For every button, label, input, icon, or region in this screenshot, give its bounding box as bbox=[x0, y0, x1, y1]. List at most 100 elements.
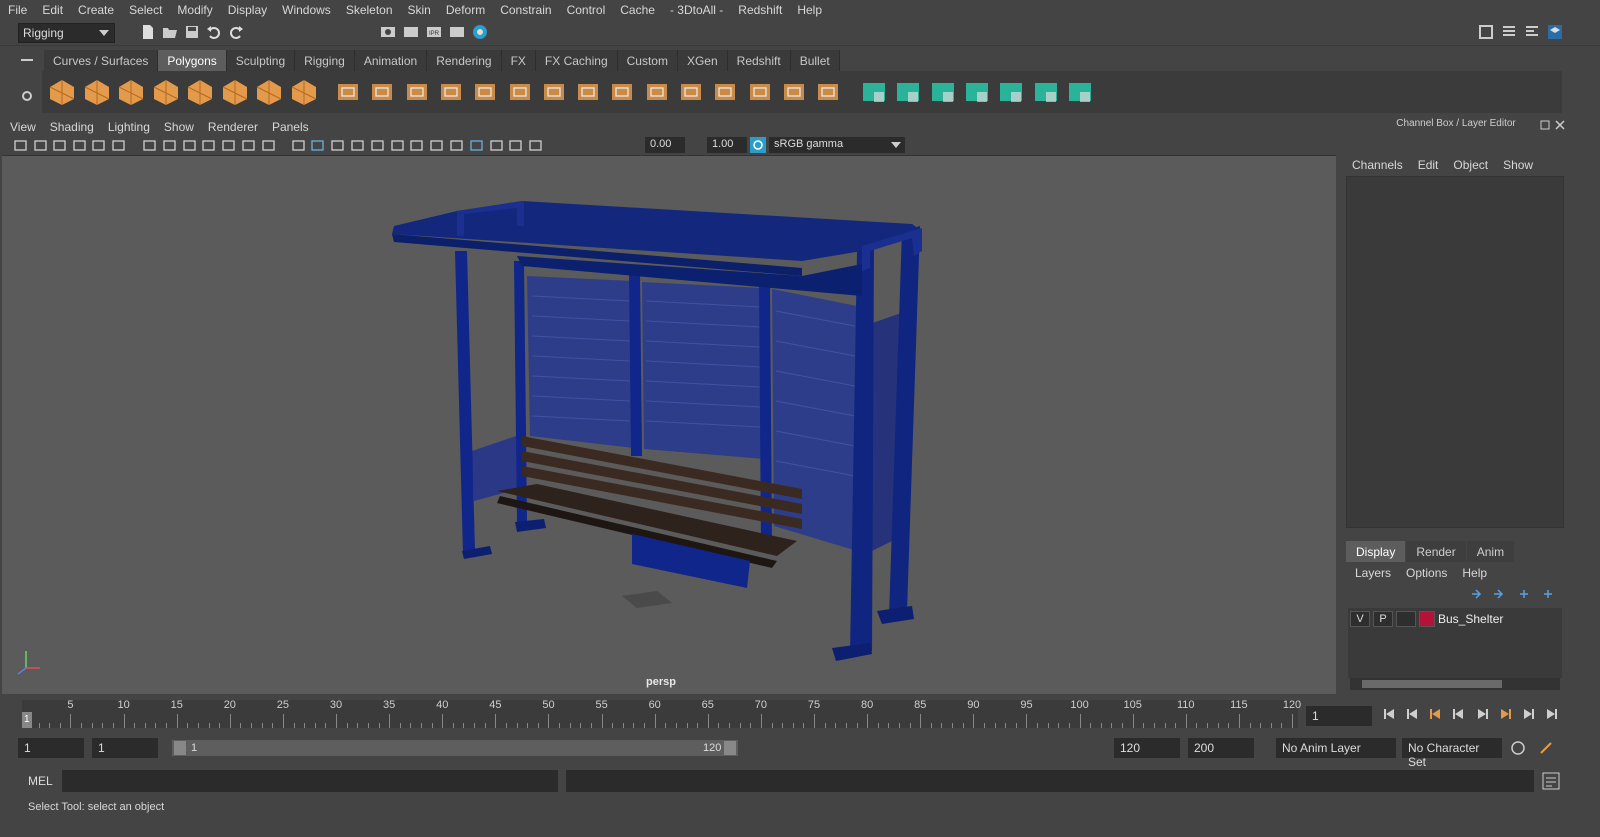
redo-icon[interactable] bbox=[228, 24, 244, 40]
menu-skin[interactable]: Skin bbox=[408, 3, 431, 17]
poly-cube-icon[interactable] bbox=[83, 78, 111, 106]
default-material-icon[interactable] bbox=[331, 139, 344, 152]
poly-cylinder-icon[interactable] bbox=[117, 78, 145, 106]
range-slider-bar[interactable] bbox=[172, 740, 738, 756]
menu-create[interactable]: Create bbox=[78, 3, 114, 17]
safe-action-icon[interactable] bbox=[242, 139, 255, 152]
start-time-field[interactable]: 1 bbox=[18, 738, 84, 758]
camera-attributes-icon[interactable] bbox=[33, 139, 47, 152]
channel-box-icon[interactable] bbox=[1547, 24, 1563, 40]
extrude-icon[interactable] bbox=[540, 78, 568, 106]
poly-sphere-icon[interactable] bbox=[48, 78, 76, 106]
menu-3dtoall[interactable]: - 3DtoAll - bbox=[670, 3, 723, 17]
shelf-tab-rigging[interactable]: Rigging bbox=[295, 50, 355, 71]
shelf-menu-icon[interactable] bbox=[20, 55, 34, 65]
bookmark-icon[interactable] bbox=[53, 139, 66, 152]
xray-icon[interactable] bbox=[470, 139, 483, 152]
poly-cone-icon[interactable] bbox=[152, 78, 180, 106]
grease-pencil-icon[interactable] bbox=[111, 139, 125, 152]
viewport-menu-lighting[interactable]: Lighting bbox=[108, 120, 150, 134]
mirror-icon[interactable] bbox=[780, 78, 808, 106]
step-back-frame-icon[interactable] bbox=[1404, 705, 1422, 723]
command-input[interactable] bbox=[62, 770, 558, 792]
shelf-tab-bullet[interactable]: Bullet bbox=[790, 50, 840, 71]
menu-display[interactable]: Display bbox=[228, 3, 267, 17]
shelf-tab-sculpting[interactable]: Sculpting bbox=[226, 50, 296, 71]
new-scene-icon[interactable] bbox=[140, 24, 156, 40]
gear-icon[interactable] bbox=[20, 89, 34, 103]
color-management-icon[interactable] bbox=[750, 137, 766, 153]
layer-playback-toggle[interactable]: P bbox=[1373, 611, 1393, 627]
channel-box-menu-show[interactable]: Show bbox=[1503, 158, 1533, 172]
menu-deform[interactable]: Deform bbox=[446, 3, 485, 17]
menu-file[interactable]: File bbox=[8, 3, 27, 17]
menu-help[interactable]: Help bbox=[797, 3, 822, 17]
anim-layer-dropdown[interactable]: No Anim Layer bbox=[1276, 738, 1396, 758]
poly-plane-icon[interactable] bbox=[186, 78, 214, 106]
shelf-tab-animation[interactable]: Animation bbox=[354, 50, 428, 71]
layer-actions-icons[interactable] bbox=[1470, 588, 1560, 600]
playback-end-field[interactable]: 120 bbox=[1114, 738, 1180, 758]
menu-modify[interactable]: Modify bbox=[177, 3, 212, 17]
exposure-field[interactable]: 0.00 bbox=[645, 137, 685, 153]
float-panel-icon[interactable] bbox=[1540, 120, 1550, 130]
playback-start-field[interactable]: 1 bbox=[92, 738, 158, 758]
viewport-persp[interactable]: persp bbox=[2, 156, 1336, 694]
range-start-handle[interactable] bbox=[174, 741, 186, 755]
anim-prefs-icon[interactable] bbox=[1538, 740, 1554, 756]
multi-cut-icon[interactable] bbox=[574, 78, 602, 106]
layer-menu-options[interactable]: Options bbox=[1406, 566, 1447, 580]
exposure-icon[interactable] bbox=[529, 139, 542, 152]
poly-pyramid-icon[interactable] bbox=[255, 78, 283, 106]
layer-tab-display[interactable]: Display bbox=[1346, 541, 1406, 562]
bridge-icon[interactable] bbox=[506, 78, 534, 106]
connect-icon[interactable] bbox=[643, 78, 671, 106]
channel-box-menu-edit[interactable]: Edit bbox=[1418, 158, 1439, 172]
grid-icon[interactable] bbox=[143, 139, 156, 152]
layer-tab-anim[interactable]: Anim bbox=[1466, 541, 1515, 562]
insert-edge-loop-icon[interactable] bbox=[677, 78, 705, 106]
viewport-menu-shading[interactable]: Shading bbox=[50, 120, 94, 134]
menu-select[interactable]: Select bbox=[129, 3, 162, 17]
layer-tab-render[interactable]: Render bbox=[1406, 541, 1466, 562]
field-chart-icon[interactable] bbox=[222, 139, 235, 152]
step-back-key-icon[interactable] bbox=[1427, 705, 1445, 723]
gate-mask-icon[interactable] bbox=[202, 139, 216, 152]
menu-skeleton[interactable]: Skeleton bbox=[346, 3, 393, 17]
render-frame-icon[interactable] bbox=[403, 24, 419, 40]
shelf-tab-redshift[interactable]: Redshift bbox=[727, 50, 791, 71]
layer-color-swatch[interactable] bbox=[1419, 611, 1435, 627]
shelf-tab-polygons[interactable]: Polygons bbox=[158, 50, 227, 71]
range-end-handle[interactable] bbox=[724, 741, 736, 755]
shelf-tab-xgen[interactable]: XGen bbox=[677, 50, 728, 71]
poly-torus-icon[interactable] bbox=[221, 78, 249, 106]
go-to-start-icon[interactable] bbox=[1381, 705, 1399, 723]
menu-edit[interactable]: Edit bbox=[42, 3, 63, 17]
xray-components-icon[interactable] bbox=[509, 139, 523, 152]
xray-joints-icon[interactable] bbox=[489, 139, 503, 152]
menu-redshift[interactable]: Redshift bbox=[738, 3, 782, 17]
smooth-icon[interactable] bbox=[437, 78, 465, 106]
channel-box-menu-channels[interactable]: Channels bbox=[1352, 158, 1403, 172]
layer-scrollbar[interactable] bbox=[1350, 678, 1560, 690]
unfold-icon[interactable] bbox=[997, 78, 1025, 106]
wireframe-icon[interactable] bbox=[291, 139, 305, 152]
character-set-dropdown[interactable]: No Character Set bbox=[1402, 738, 1502, 769]
select-camera-icon[interactable] bbox=[14, 139, 27, 152]
shelf-tab-rendering[interactable]: Rendering bbox=[427, 50, 502, 71]
end-time-field[interactable]: 200 bbox=[1188, 738, 1254, 758]
offset-edge-loop-icon[interactable] bbox=[711, 78, 739, 106]
shelf-tab-custom[interactable]: Custom bbox=[617, 50, 678, 71]
cut-uv-icon[interactable] bbox=[1066, 78, 1094, 106]
hypershade-icon[interactable] bbox=[472, 24, 488, 40]
separate-icon[interactable] bbox=[368, 78, 396, 106]
automatic-map-icon[interactable] bbox=[963, 78, 991, 106]
layer-menu-layers[interactable]: Layers bbox=[1355, 566, 1391, 580]
film-gate-icon[interactable] bbox=[163, 139, 176, 152]
tool-settings-icon[interactable] bbox=[1524, 24, 1540, 40]
open-scene-icon[interactable] bbox=[162, 24, 178, 40]
extract-icon[interactable] bbox=[403, 78, 431, 106]
modeling-toolkit-icon[interactable] bbox=[1478, 24, 1494, 40]
color-space-dropdown[interactable]: sRGB gamma bbox=[769, 137, 905, 153]
motion-blur-icon[interactable] bbox=[410, 139, 424, 152]
